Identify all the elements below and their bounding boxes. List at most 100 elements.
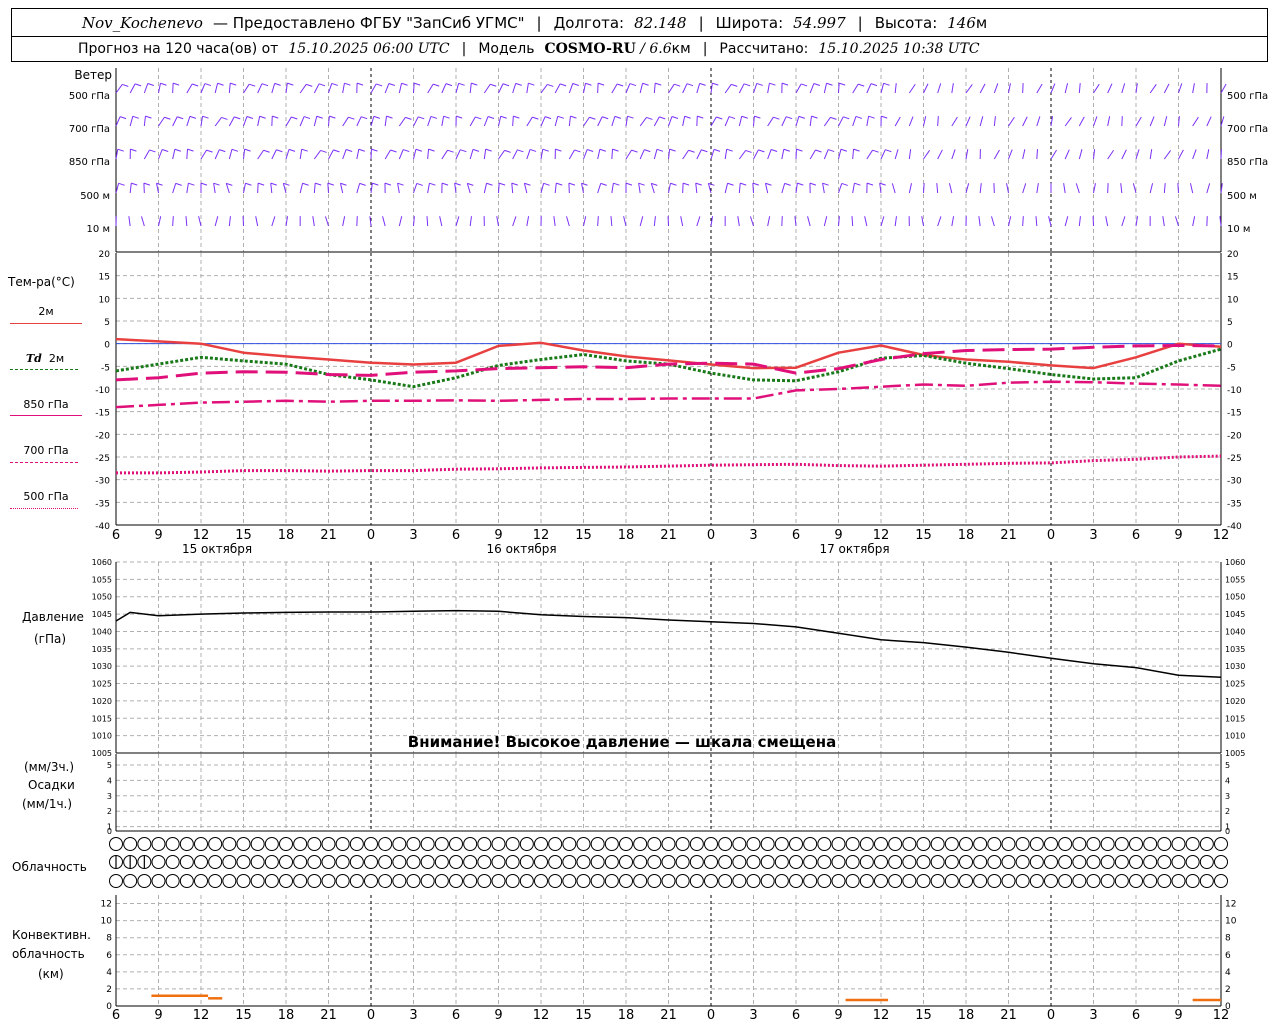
wind-barb-icon	[639, 117, 647, 127]
wind-barb-icon	[1163, 183, 1166, 194]
cloud-cover-icon	[1129, 874, 1143, 888]
wind-barb-icon	[566, 216, 570, 227]
wind-barb-icon	[128, 216, 131, 227]
cloud-cover-icon	[434, 874, 449, 888]
wind-barb-icon	[1008, 149, 1013, 160]
cloud-cover-icon	[519, 837, 534, 851]
cloud-cover-icon	[236, 837, 251, 851]
cloud-cover-icon	[916, 874, 931, 888]
temp-y-tick-left: -40	[95, 522, 110, 532]
cloud-cover-icon	[463, 837, 478, 851]
wind-barb-icon	[276, 149, 283, 153]
wind-barb-icon	[427, 83, 434, 94]
wind-barb-icon	[880, 149, 886, 160]
wind-barb-icon	[526, 149, 531, 160]
wind-barb-icon	[384, 116, 387, 127]
wind-barb-icon	[172, 216, 174, 227]
wind-barb-icon	[908, 83, 916, 94]
temp-x-tick-label: 12	[1213, 528, 1230, 543]
wind-barb-icon	[456, 115, 463, 119]
precip-y-tick-right: 3	[1225, 792, 1230, 801]
cloud-cover-icon	[689, 874, 704, 888]
temp-x-tick-label: 6	[452, 528, 460, 543]
cloud-cover-icon	[208, 837, 223, 851]
wind-barb-icon	[118, 182, 125, 186]
wind-barb-icon	[490, 83, 497, 87]
cloud-cover-icon	[1058, 837, 1073, 851]
wind-barb-icon	[840, 148, 848, 152]
cloud-cover-icon	[548, 855, 563, 869]
wind-barb-icon	[656, 148, 664, 152]
wind-barb-icon	[713, 148, 721, 152]
wind-barb-icon	[568, 149, 575, 160]
wind-barb-icon	[1192, 116, 1199, 127]
wind-barb-icon	[627, 115, 634, 119]
cloud-cover-icon	[477, 837, 492, 851]
wind-barb-icon	[948, 183, 953, 194]
cloud-cover-icon	[420, 837, 435, 851]
temp-y-tick-right: 5	[1227, 318, 1233, 328]
wind-barb-icon	[696, 149, 702, 160]
wind-barb-icon	[306, 83, 313, 87]
wind-barb-icon	[1036, 183, 1039, 194]
conv-x-tick-label: 18	[618, 1008, 635, 1023]
wind-barb-icon	[855, 115, 863, 119]
cloud-cover-icon	[194, 837, 208, 851]
conv-x-tick-label: 0	[367, 1008, 375, 1023]
wind-barb-icon	[559, 83, 567, 87]
wind-barb-icon	[540, 84, 548, 94]
cloud-cover-icon	[463, 855, 478, 869]
precip-y-tick-right: 0	[1225, 827, 1230, 836]
wind-barb-icon	[716, 116, 723, 120]
temp-x-tick-label: 12	[193, 528, 210, 543]
wind-barb-icon	[200, 182, 208, 186]
wind-barb-icon	[513, 115, 520, 119]
wind-barb-icon	[823, 83, 828, 94]
wind-barb-icon	[937, 216, 942, 227]
cloud-cover-icon	[661, 874, 676, 888]
wind-barb-icon	[512, 83, 517, 94]
cloud-cover-icon	[760, 837, 775, 851]
wind-barb-icon	[570, 115, 577, 119]
pressure-y-tick-right: 1040	[1225, 627, 1245, 636]
pressure-y-tick-left: 1045	[92, 610, 112, 619]
wind-barb-icon	[512, 216, 517, 227]
pressure-y-tick-right: 1055	[1225, 575, 1245, 584]
wind-barb-icon	[696, 216, 701, 227]
wind-barb-icon	[339, 183, 344, 194]
wind-barb-icon	[555, 148, 562, 152]
wind-barb-icon	[853, 148, 860, 152]
cloud-cover-icon	[888, 837, 903, 851]
wind-barb-icon	[741, 115, 748, 119]
cloud-cover-icon	[619, 837, 633, 851]
cloud-cover-icon	[959, 874, 973, 888]
cloud-cover-icon	[151, 855, 166, 869]
wind-barb-icon	[993, 149, 1000, 160]
wind-barb-icon	[299, 84, 307, 94]
wind-barb-icon	[752, 183, 754, 194]
conv-x-tick-label: 9	[834, 1008, 842, 1023]
wind-barb-icon	[568, 116, 571, 127]
cloud-cover-icon	[831, 874, 846, 888]
wind-barb-icon	[866, 116, 870, 127]
wind-barb-icon	[257, 182, 265, 186]
wind-barb-icon	[500, 115, 507, 119]
wind-barb-icon	[188, 182, 195, 186]
wind-barb-icon	[414, 82, 421, 86]
wind-barb-icon	[372, 182, 379, 186]
wind-barb-icon	[397, 183, 400, 194]
wind-barb-icon	[770, 149, 778, 152]
wind-barb-icon	[868, 115, 875, 119]
wind-barb-icon	[186, 83, 193, 94]
wind-barb-icon	[299, 183, 304, 194]
temp-x-tick-label: 0	[367, 528, 375, 543]
cloud-cover-icon	[1114, 874, 1129, 888]
cloud-cover-icon	[1185, 874, 1200, 888]
wind-barb-icon	[540, 116, 546, 127]
wind-barb-icon	[587, 149, 594, 153]
precip-y-tick-left: 5	[107, 761, 112, 770]
wind-level-label-right: 700 гПа	[1227, 124, 1268, 135]
wind-barb-icon	[908, 149, 912, 160]
wind-barb-icon	[979, 183, 982, 194]
wind-barb-icon	[854, 182, 861, 186]
